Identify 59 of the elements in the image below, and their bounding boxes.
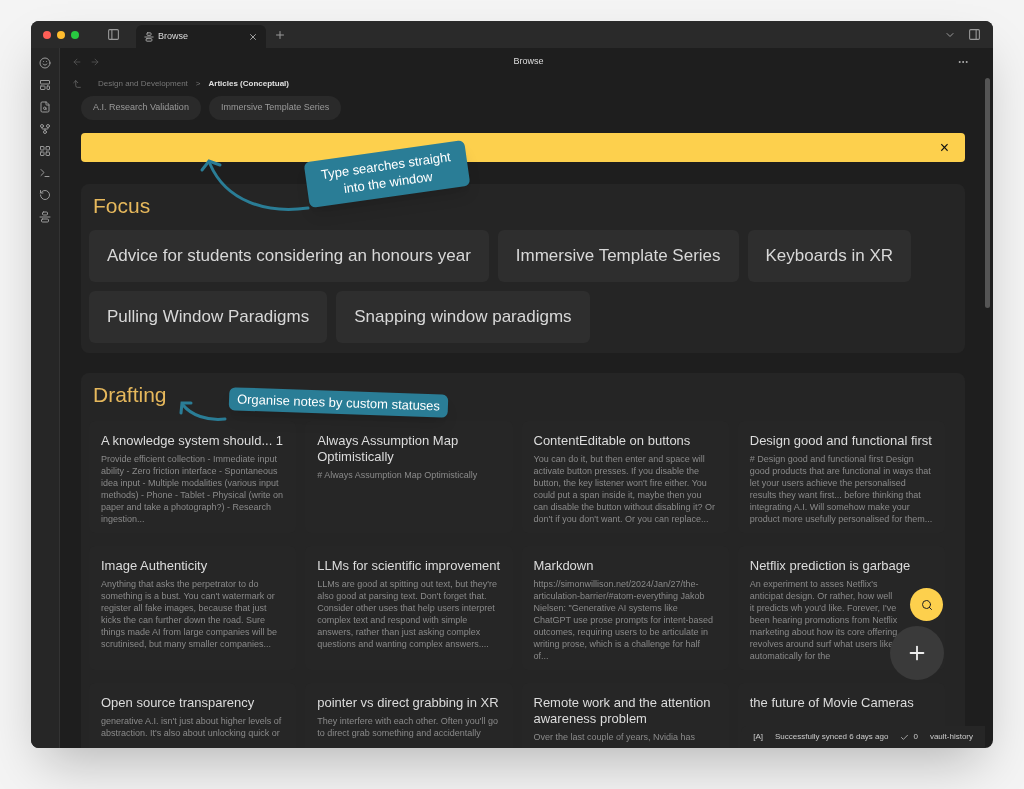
new-tab-icon[interactable]	[274, 29, 286, 41]
note-title: LLMs for scientific improvement	[317, 558, 501, 574]
note-title: Netflix prediction is garbage	[749, 558, 912, 574]
change-count: 0	[913, 731, 918, 743]
note-excerpt: # Design good and functional first Design good products that are functional in ways that let your users achieve the personalised results they want first... before thinking that integrating A.I. Will somehow make your product more usefully personalised for them...	[749, 453, 933, 525]
close-tab-icon[interactable]	[248, 31, 258, 42]
note-title: Open source transparency	[101, 695, 256, 711]
focus-note[interactable]: Pulling Window Paradigms	[89, 291, 328, 343]
breadcrumb-link[interactable]: Design and Development	[98, 78, 188, 90]
view-title: Browse	[512, 54, 545, 68]
smile-icon[interactable]	[39, 57, 51, 69]
focus-note[interactable]: Snapping window paradigms	[336, 291, 590, 343]
layout-icon[interactable]	[39, 79, 51, 91]
note-excerpt: You can do it, but then enter and space will activate button presses. If you disable the button, the key listener won't fire either. You could put a span inside it, maybe then you can disable the button without disabling it? Or don't if you don't want. Or you can replace...	[533, 453, 717, 525]
note-excerpt: # Always Assumption Map Optimistically	[317, 469, 479, 481]
branch-icon[interactable]	[39, 123, 51, 135]
note-title: ContentEditable on buttons	[533, 433, 692, 449]
note-excerpt: Provide efficient collection - Immediate input ability - Zero friction interface - Spontaneous idea input - Multiple modalities (various input methods) - Phone - Tablet - Physical (write on paper and take a photograph?) - Research ingestion...	[101, 453, 284, 525]
check-icon	[900, 732, 910, 742]
sync-status: Successfully synced 6 days ago	[775, 731, 889, 743]
vault-name[interactable]: vault-history	[929, 731, 973, 743]
file-search-icon[interactable]	[39, 101, 51, 113]
section-heading: Drafting	[92, 382, 168, 408]
browse-tab[interactable]: Browse	[136, 25, 266, 48]
right-panel-icon[interactable]	[968, 28, 981, 41]
tab-title: Browse	[158, 29, 189, 43]
note-excerpt: generative A.I. isn't just about higher levels of abstraction. It's also about unlocking quick or	[101, 715, 283, 739]
filter-chip[interactable]: Immersive Template Series	[208, 96, 342, 120]
note-excerpt: LLMs are good at spitting out text, but they're also good at parsing text. Don't forget that. Consider other uses that help users interpret complex text and respond with simple answers, rather than just asking complex questions and wanting complex answers....	[317, 578, 499, 650]
note-title: the future of Movie Cameras	[749, 695, 915, 711]
note-excerpt: https://simonwillison.net/2024/Jan/27/the-articulation-barrier/#atom-everything Jakob Nielsen: "Generative AI systems like ChatGPT use prose prompts for intent-based outcomes, requiring users to be articulate in writing prose, which is a challenge for half of...	[533, 578, 714, 662]
filter-chip[interactable]: A.I. Research Validation	[81, 96, 201, 120]
grid-icon[interactable]	[39, 145, 51, 157]
note-title: Markdown	[533, 558, 595, 574]
rotate-icon[interactable]	[39, 189, 51, 201]
terminal-icon[interactable]	[39, 167, 51, 179]
focus-note[interactable]: Immersive Template Series	[497, 230, 739, 282]
note-title: Design good and functional first	[749, 433, 933, 449]
focus-note[interactable]: Advice for students considering an honours year	[89, 230, 489, 282]
note-excerpt: Over the last couple of years, Nvidia has	[533, 731, 697, 743]
close-window-icon[interactable]	[43, 30, 51, 39]
close-search-button[interactable]: ×	[939, 139, 949, 156]
minimize-window-icon[interactable]	[57, 30, 65, 39]
note-title: Always Assumption Map Optimistically	[317, 433, 460, 465]
note-title: pointer vs direct grabbing in XR	[317, 695, 500, 711]
breadcrumb-current: Articles (Conceptual)	[208, 78, 289, 90]
zoom-window-icon[interactable]	[71, 30, 79, 39]
note-title: A knowledge system should... 1	[101, 433, 285, 449]
scrollbar-thumb[interactable]	[985, 78, 990, 308]
note-excerpt: Anything that asks the perpetrator to do something is a bust. You can't watermark or register all fake images, because that just kicks the can further down the road. Sure things made AI from large companies will be scrutinised, but many smaller companies...	[101, 578, 279, 650]
search-icon	[920, 598, 933, 611]
breadcrumb-separator: >	[195, 78, 201, 90]
sidebar-toggle-icon[interactable]	[107, 28, 120, 41]
section-heading: Focus	[92, 193, 152, 219]
note-title: Remote work and the attention awareness problem	[533, 695, 712, 727]
note-title: Image Authenticity	[101, 558, 209, 574]
vault-marker: [A]	[753, 731, 763, 743]
focus-note[interactable]: Keyboards in XR	[747, 230, 912, 282]
note-excerpt: They interfere with each other. Often you'll go to direct grab something and accidentally	[317, 715, 500, 739]
